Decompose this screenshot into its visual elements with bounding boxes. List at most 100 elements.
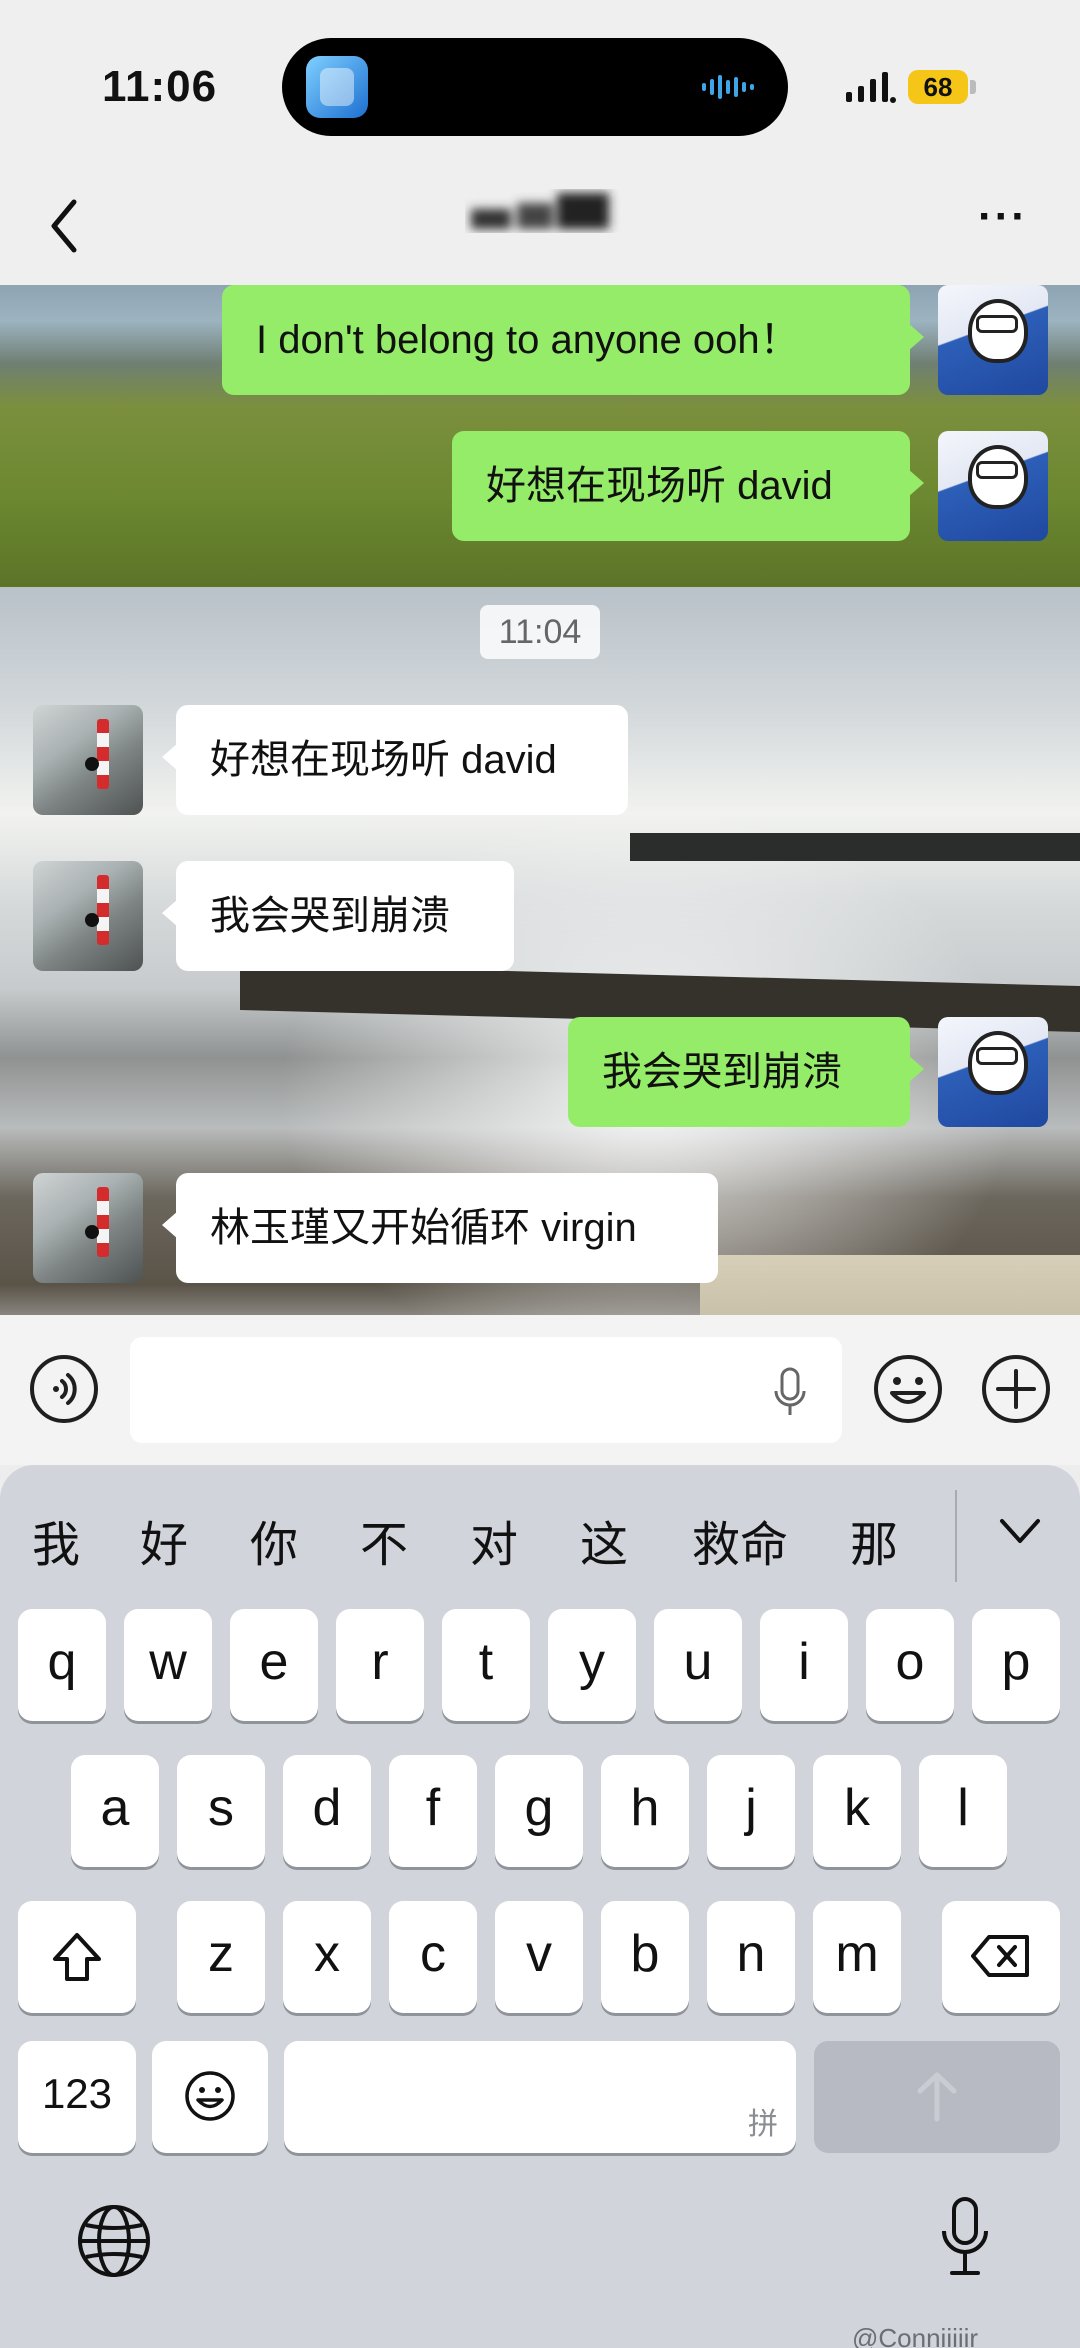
key-o[interactable]: o (866, 1609, 954, 1721)
key-a[interactable]: a (71, 1755, 159, 1867)
key-r[interactable]: r (336, 1609, 424, 1721)
key-f[interactable]: f (389, 1755, 477, 1867)
contact-name-blurred (471, 193, 609, 229)
key-b[interactable]: b (601, 1901, 689, 2013)
pinyin-hint: 拼 (748, 2108, 778, 2141)
message-text: 林玉瑾又开始循环 virgin (210, 1206, 637, 1250)
key-z[interactable]: z (177, 1901, 265, 2013)
audio-waveform-icon (702, 74, 758, 100)
keyboard: 我 好 你 不 对 这 救命 那 q w e r t y u i o p a s… (0, 1465, 1080, 2348)
key-q[interactable]: q (18, 1609, 106, 1721)
candidate-word[interactable]: 救命 (692, 1505, 788, 1575)
message-row: 我会哭到崩溃 (0, 861, 1080, 971)
message-row: I don't belong to anyone ooh！ (0, 285, 1080, 395)
dictation-microphone-icon[interactable] (938, 2195, 992, 2285)
bubble-tail (162, 1211, 178, 1239)
contact-avatar[interactable] (33, 861, 143, 971)
key-u[interactable]: u (654, 1609, 742, 1721)
my-avatar[interactable] (938, 1017, 1048, 1127)
bubble-tail (908, 323, 924, 351)
status-bar: 11:06 68 (0, 0, 1080, 170)
key-j[interactable]: j (707, 1755, 795, 1867)
arrow-up-icon (917, 2072, 957, 2122)
bubble-tail (908, 469, 924, 497)
message-bubble[interactable]: 林玉瑾又开始循环 virgin (162, 1173, 718, 1283)
key-d[interactable]: d (283, 1755, 371, 1867)
chat-area[interactable]: I don't belong to anyone ooh！ 好想在现场听 dav… (0, 285, 1080, 1315)
dynamic-island[interactable] (282, 38, 788, 136)
message-text: 我会哭到崩溃 (210, 894, 450, 938)
space-bar[interactable]: 拼 (284, 2041, 796, 2153)
my-avatar[interactable] (938, 431, 1048, 541)
key-e[interactable]: e (230, 1609, 318, 1721)
candidate-word[interactable]: 对 (470, 1505, 518, 1575)
candidate-word[interactable]: 那 (850, 1505, 898, 1575)
key-l[interactable]: l (919, 1755, 1007, 1867)
message-bubble[interactable]: 好想在现场听 david (162, 705, 628, 815)
backspace-icon (971, 1935, 1029, 1977)
key-g[interactable]: g (495, 1755, 583, 1867)
key-h[interactable]: h (601, 1755, 689, 1867)
bubble-tail (908, 1055, 924, 1083)
shift-key[interactable] (18, 1901, 136, 2013)
message-input-bar (0, 1315, 1080, 1465)
message-row: 林玉瑾又开始循环 virgin (0, 1173, 1080, 1283)
key-k[interactable]: k (813, 1755, 901, 1867)
battery-indicator: 68 (908, 70, 968, 104)
key-c[interactable]: c (389, 1901, 477, 2013)
key-n[interactable]: n (707, 1901, 795, 2013)
shift-icon (53, 1933, 101, 1981)
candidate-word[interactable]: 好 (140, 1505, 188, 1575)
message-row: 好想在现场听 david (0, 431, 1080, 541)
message-row: 我会哭到崩溃 (0, 1017, 1080, 1127)
chevron-down-icon[interactable] (996, 1513, 1044, 1549)
key-t[interactable]: t (442, 1609, 530, 1721)
contact-avatar[interactable] (33, 1173, 143, 1283)
bubble-tail (162, 743, 178, 771)
cellular-signal-icon (846, 72, 896, 103)
key-v[interactable]: v (495, 1901, 583, 2013)
status-time: 11:06 (102, 62, 218, 111)
key-m[interactable]: m (813, 1901, 901, 2013)
candidate-bar: 我 好 你 不 对 这 救命 那 (0, 1465, 1080, 1600)
battery-tip (970, 80, 976, 94)
message-bubble[interactable]: 我会哭到崩溃 (162, 861, 514, 971)
message-bubble[interactable]: 我会哭到崩溃 (568, 1017, 924, 1127)
key-w[interactable]: w (124, 1609, 212, 1721)
emoji-icon[interactable] (872, 1353, 944, 1425)
message-text: 好想在现场听 david (486, 464, 833, 508)
key-y[interactable]: y (548, 1609, 636, 1721)
globe-icon[interactable] (74, 2201, 154, 2281)
my-avatar[interactable] (938, 285, 1048, 395)
candidate-word[interactable]: 你 (250, 1505, 298, 1575)
emoji-key[interactable] (152, 2041, 268, 2153)
music-app-icon (306, 56, 368, 118)
message-bubble[interactable]: I don't belong to anyone ooh！ (222, 285, 924, 395)
bubble-tail (162, 899, 178, 927)
key-i[interactable]: i (760, 1609, 848, 1721)
backspace-key[interactable] (942, 1901, 1060, 2013)
add-attachment-icon[interactable] (980, 1353, 1052, 1425)
send-key[interactable] (814, 2041, 1060, 2153)
candidate-word[interactable]: 不 (360, 1505, 408, 1575)
message-bubble[interactable]: 好想在现场听 david (452, 431, 924, 541)
candidate-divider (955, 1490, 957, 1582)
message-row: 好想在现场听 david (0, 705, 1080, 815)
numbers-key[interactable]: 123 (18, 2041, 136, 2153)
more-options-icon[interactable]: ··· (978, 195, 1034, 242)
microphone-icon[interactable] (770, 1367, 810, 1417)
voice-input-icon[interactable] (28, 1353, 100, 1425)
key-p[interactable]: p (972, 1609, 1060, 1721)
emoji-icon (185, 2071, 235, 2121)
key-s[interactable]: s (177, 1755, 265, 1867)
message-input[interactable] (130, 1337, 842, 1443)
message-timestamp: 11:04 (480, 605, 600, 659)
key-x[interactable]: x (283, 1901, 371, 2013)
chat-navbar: ··· (0, 170, 1080, 285)
background-pier (630, 833, 1080, 861)
contact-avatar[interactable] (33, 705, 143, 815)
chevron-left-icon[interactable] (40, 186, 90, 266)
message-text: I don't belong to anyone ooh！ (256, 318, 800, 362)
candidate-word[interactable]: 我 (32, 1505, 80, 1575)
candidate-word[interactable]: 这 (580, 1505, 628, 1575)
